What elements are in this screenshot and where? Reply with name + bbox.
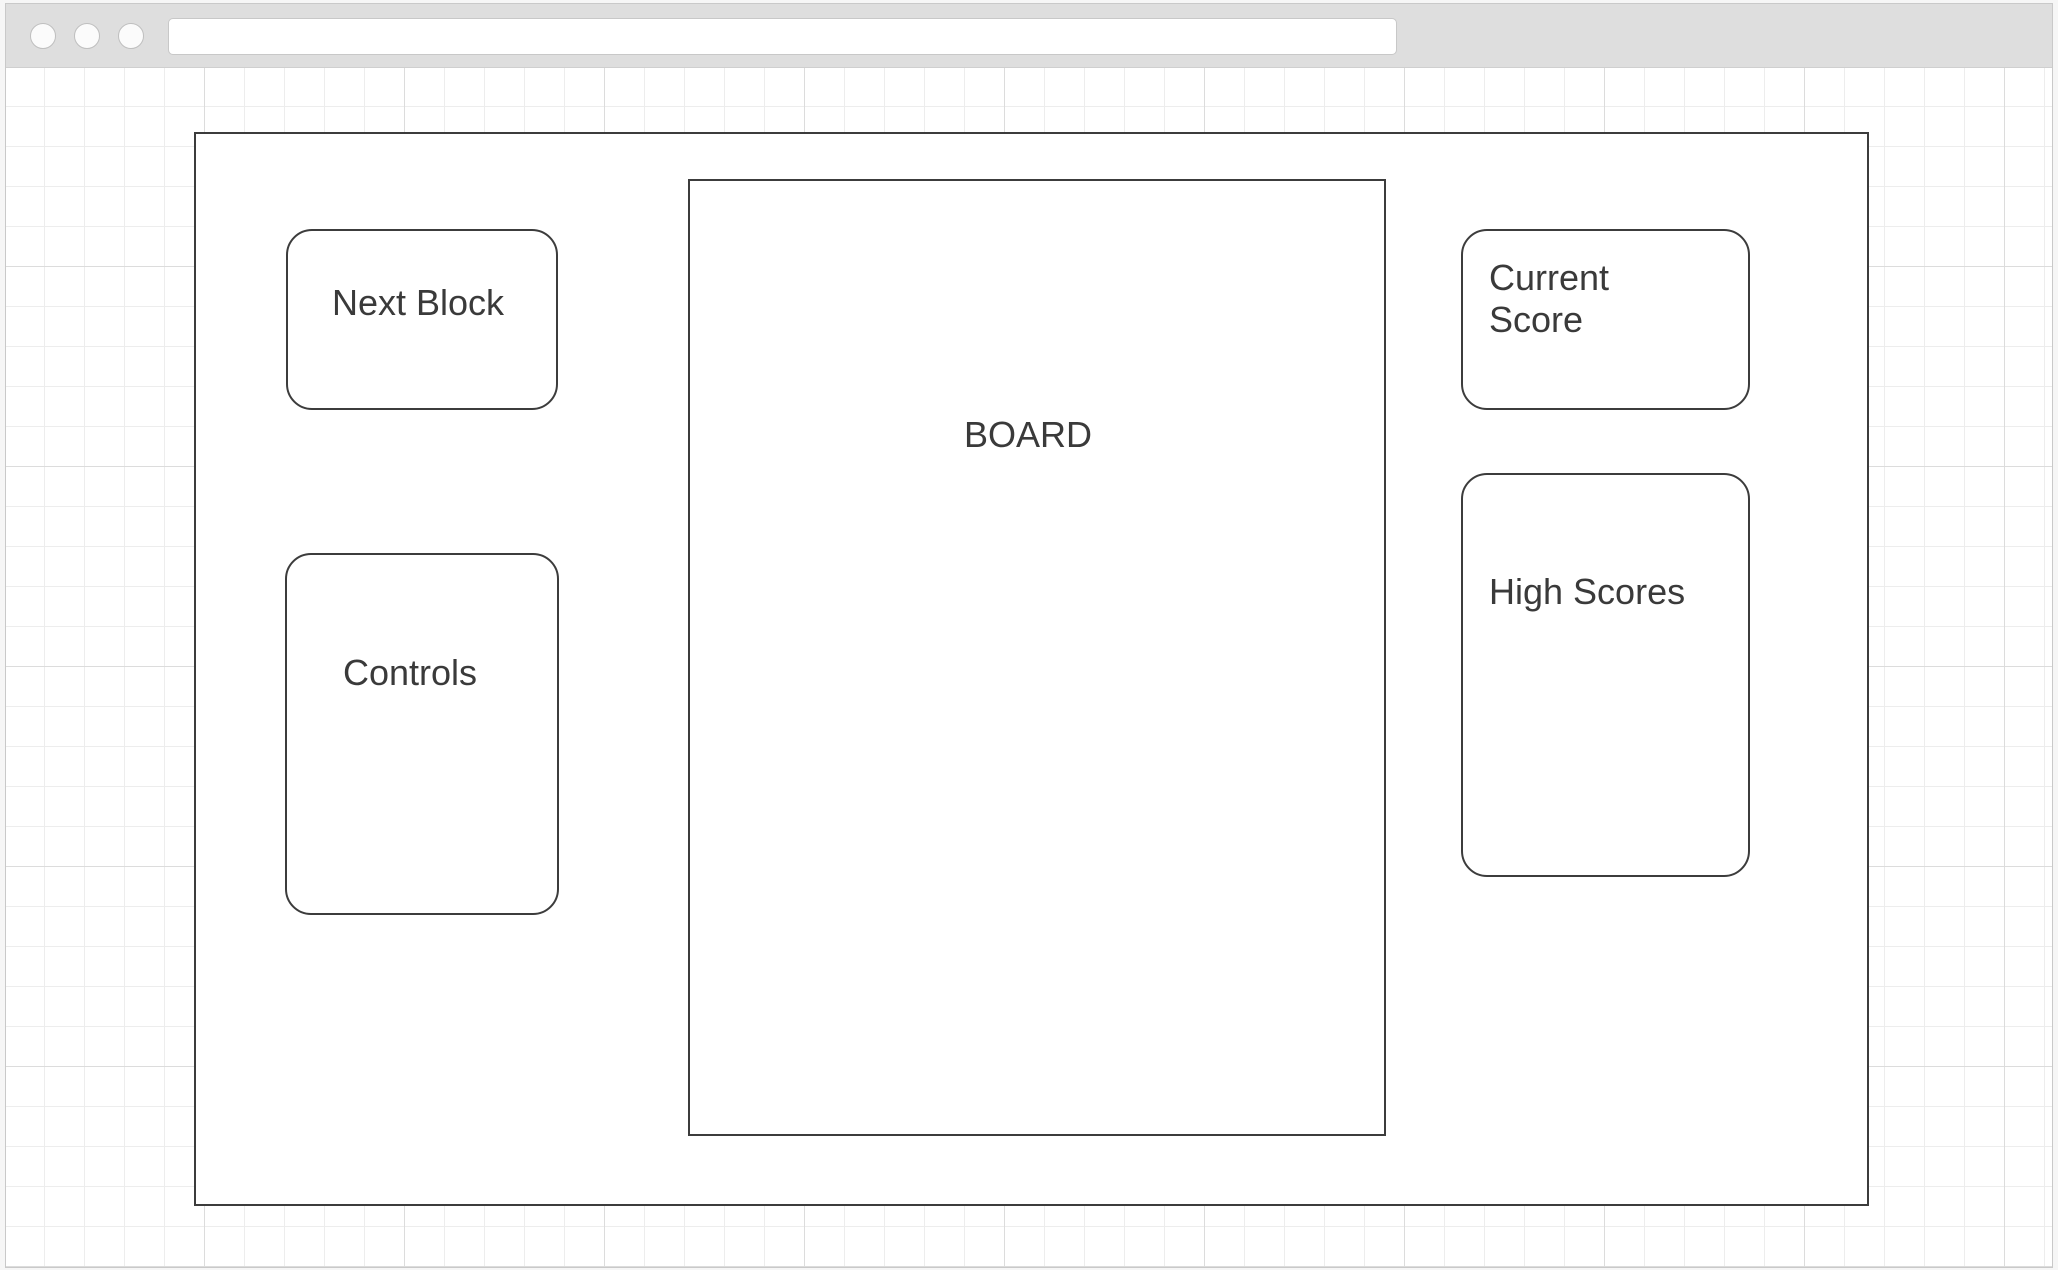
grid-canvas: Next Block Controls BOARD Current Score … bbox=[6, 68, 2052, 1267]
maximize-window-button[interactable] bbox=[118, 23, 144, 49]
minimize-window-button[interactable] bbox=[74, 23, 100, 49]
board-label: BOARD bbox=[964, 414, 1093, 455]
current-score-panel: Current Score bbox=[1461, 229, 1750, 410]
controls-label: Controls bbox=[343, 652, 478, 693]
current-score-label: Current Score bbox=[1489, 257, 1610, 340]
next-block-panel: Next Block bbox=[286, 229, 558, 410]
browser-titlebar bbox=[6, 4, 2052, 68]
browser-window: Next Block Controls BOARD Current Score … bbox=[5, 3, 2053, 1268]
controls-panel: Controls bbox=[285, 553, 559, 915]
next-block-label: Next Block bbox=[332, 282, 505, 323]
address-bar[interactable] bbox=[168, 18, 1397, 55]
close-window-button[interactable] bbox=[30, 23, 56, 49]
high-scores-panel: High Scores bbox=[1461, 473, 1750, 877]
game-page-frame: Next Block Controls BOARD Current Score … bbox=[194, 132, 1869, 1206]
game-board: BOARD bbox=[688, 179, 1386, 1136]
high-scores-label: High Scores bbox=[1489, 571, 1686, 612]
